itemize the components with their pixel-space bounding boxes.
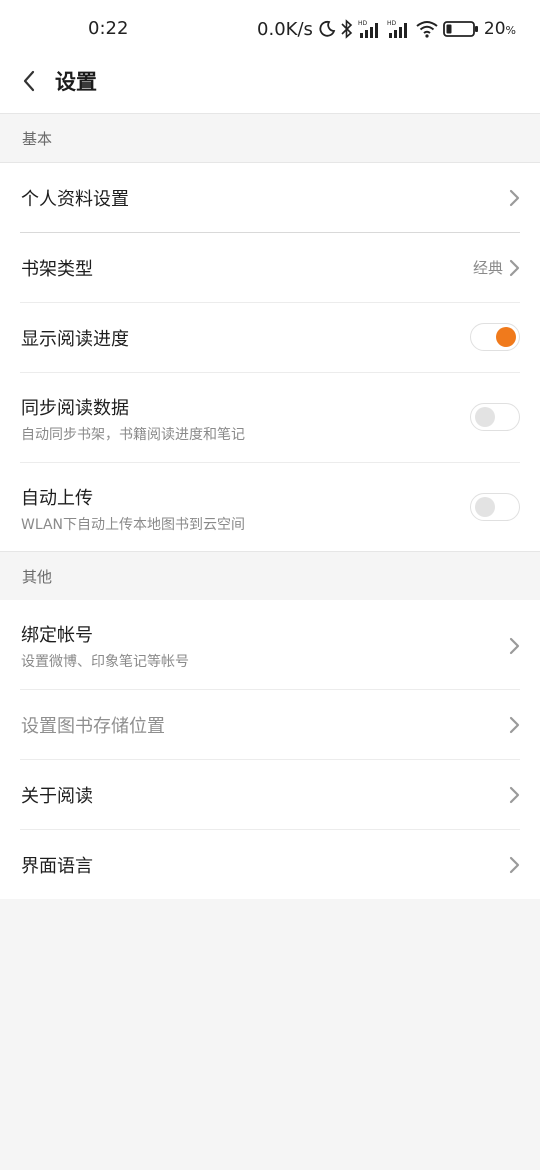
setting-label: 显示阅读进度 (21, 329, 129, 350)
setting-label: 关于阅读 (21, 786, 93, 807)
section-header-other: 其他 (0, 551, 540, 601)
setting-label: 个人资料设置 (21, 189, 129, 210)
setting-label: 绑定帐号 (21, 625, 93, 646)
setting-shelf-type[interactable]: 书架类型 经典 (20, 233, 520, 303)
network-speed: 0.0K/s (257, 18, 313, 40)
setting-auto-upload: 自动上传 WLAN下自动上传本地图书到云空间 (20, 463, 520, 552)
setting-storage-location[interactable]: 设置图书存储位置 (20, 690, 520, 760)
section-title: 其他 (22, 568, 53, 586)
setting-profile[interactable]: 个人资料设置 (20, 163, 520, 233)
setting-value: 经典 (472, 259, 503, 277)
settings-group-basic: 个人资料设置 书架类型 经典 显示阅读进度 同步阅读数据 自动同步书架，书籍阅读… (0, 163, 540, 552)
chevron-right-icon (509, 637, 520, 655)
sync-data-toggle[interactable] (470, 403, 520, 431)
toggle-knob (475, 407, 495, 427)
setting-bind-account[interactable]: 绑定帐号 设置微博、印象笔记等帐号 (20, 600, 520, 690)
battery-icon (443, 20, 479, 38)
page-title: 设置 (55, 70, 97, 94)
setting-about[interactable]: 关于阅读 (20, 760, 520, 830)
auto-upload-toggle[interactable] (470, 493, 520, 521)
battery-percent: 20% (483, 19, 516, 39)
setting-label: 设置图书存储位置 (21, 716, 165, 737)
svg-text:HD: HD (387, 20, 397, 27)
svg-text:HD: HD (358, 20, 368, 27)
section-title: 基本 (22, 130, 53, 148)
chevron-right-icon (509, 189, 520, 207)
hd-signal-icon: HD (387, 19, 411, 39)
status-time: 0:22 (88, 18, 129, 39)
setting-description: WLAN下自动上传本地图书到云空间 (21, 517, 246, 533)
setting-description: 自动同步书架，书籍阅读进度和笔记 (21, 427, 245, 443)
chevron-left-icon (23, 70, 35, 92)
setting-label: 同步阅读数据 (21, 398, 129, 419)
hd-signal-icon: HD (358, 19, 382, 39)
chevron-right-icon (509, 856, 520, 874)
setting-label: 自动上传 (21, 488, 93, 509)
app-header: 设置 (0, 58, 540, 114)
setting-language[interactable]: 界面语言 (20, 830, 520, 899)
setting-show-progress: 显示阅读进度 (20, 303, 520, 373)
show-progress-toggle[interactable] (470, 323, 520, 351)
moon-icon (318, 20, 336, 38)
status-icons: 0.0K/s HD HD 20% (257, 16, 516, 42)
setting-label: 书架类型 (21, 259, 93, 280)
settings-group-other: 绑定帐号 设置微博、印象笔记等帐号 设置图书存储位置 关于阅读 界面语言 (0, 600, 540, 899)
chevron-right-icon (509, 786, 520, 804)
status-bar: 0:22 0.0K/s HD HD 20% (0, 0, 540, 58)
chevron-right-icon (509, 259, 520, 277)
back-button[interactable] (14, 66, 44, 96)
toggle-knob (475, 497, 495, 517)
bluetooth-icon (341, 19, 353, 39)
wifi-icon (416, 20, 438, 38)
setting-description: 设置微博、印象笔记等帐号 (21, 654, 189, 670)
setting-label: 界面语言 (21, 856, 93, 877)
setting-sync-data: 同步阅读数据 自动同步书架，书籍阅读进度和笔记 (20, 373, 520, 463)
chevron-right-icon (509, 716, 520, 734)
toggle-knob (496, 327, 516, 347)
section-header-basic: 基本 (0, 114, 540, 163)
